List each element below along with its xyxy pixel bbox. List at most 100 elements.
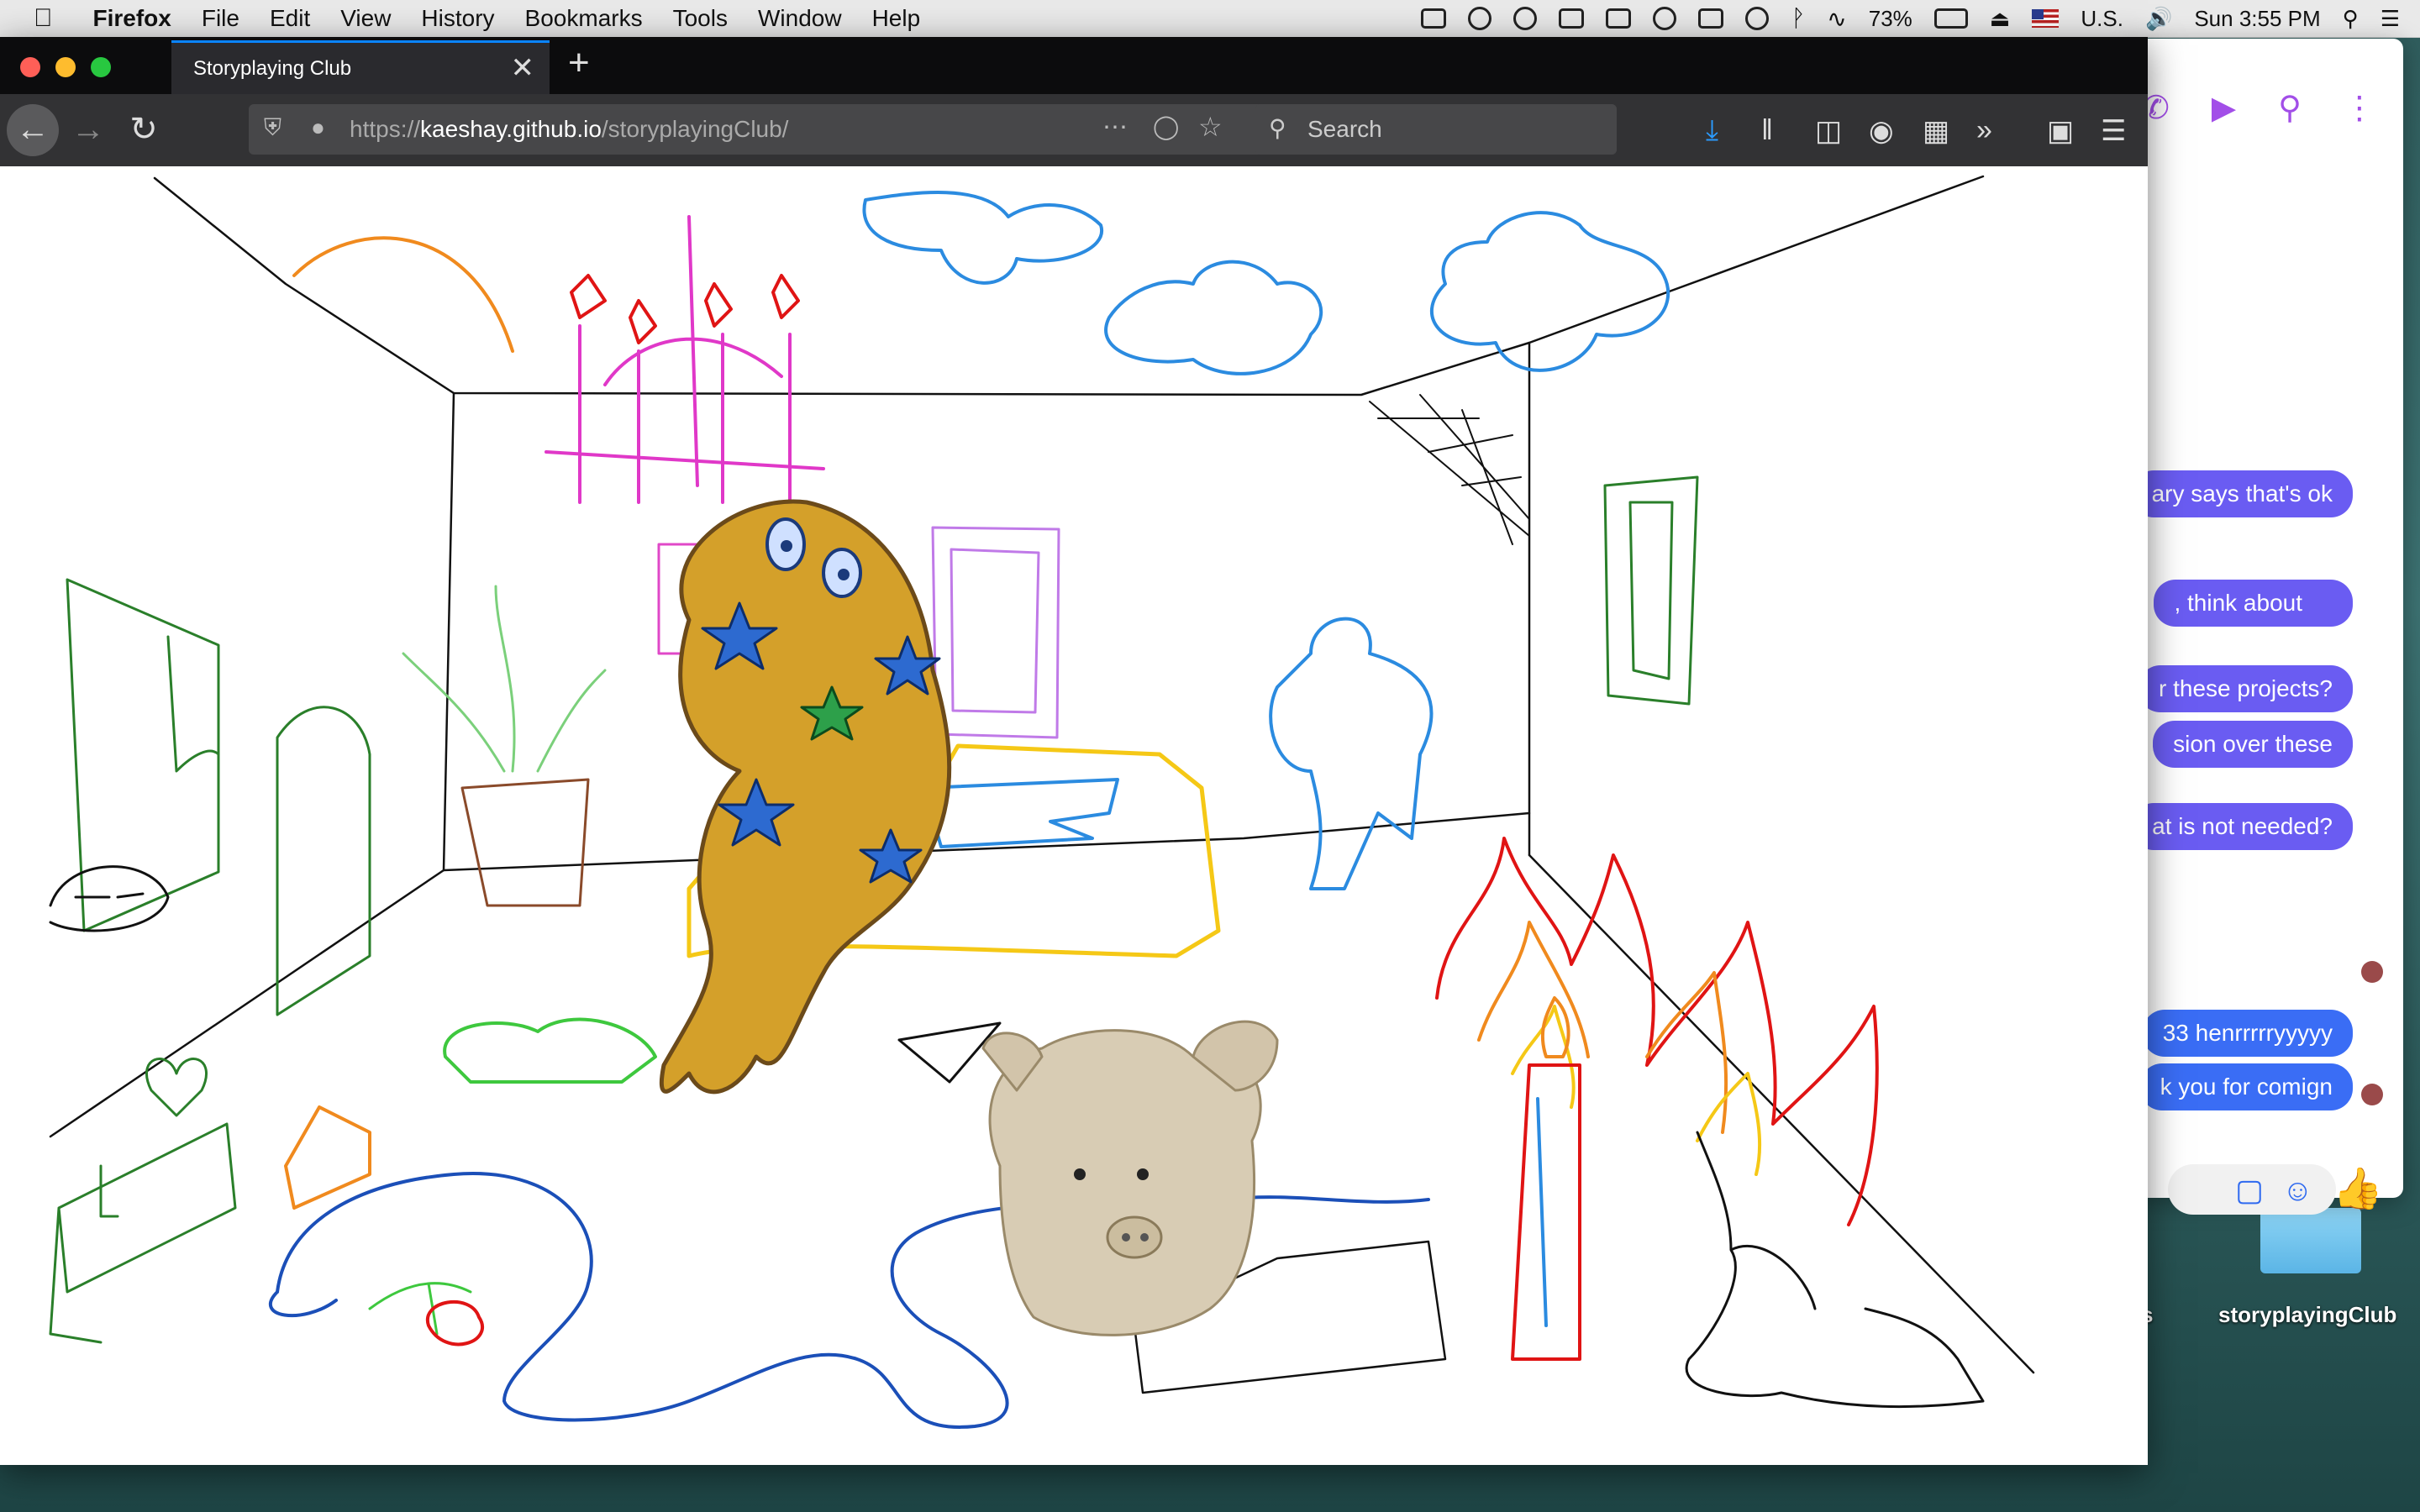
search-icon: ⚲ [1269,115,1286,141]
fire-drawing [1435,837,1879,1226]
window-drawing [66,578,220,932]
page-actions-icon[interactable]: ⋯ [1102,113,1128,142]
more-icon[interactable]: ⋮ [2344,89,2375,127]
clouds-drawing [862,191,1670,375]
message-bubble: k you for comign [2139,1063,2353,1110]
volume-icon[interactable]: 🔊 [2145,6,2172,32]
video-icon[interactable]: ▶ [2212,89,2236,127]
spotlight-icon[interactable]: ⚲ [2343,6,2359,32]
overflow-menu-icon[interactable]: » [1976,114,1992,147]
blue-pillow-drawing [923,778,1119,848]
reload-button[interactable]: ↻ [118,104,170,156]
time-machine-icon[interactable] [1745,7,1770,30]
menu-bookmarks[interactable]: Bookmarks [525,5,643,32]
clock[interactable]: Sun 3:55 PM [2194,6,2320,32]
firefox-window: Storyplaying Club ✕ + ← → ↻ ⛨ ● https://… [0,37,2148,1465]
bookmark-star-icon[interactable]: ☆ [1198,111,1223,143]
notification-center-icon[interactable]: ☰ [2381,6,2400,32]
lock-icon: ● [311,114,325,140]
account-icon[interactable]: ◉ [1869,114,1894,148]
door-drawing [276,706,371,1016]
back-button[interactable]: ← [7,104,59,156]
extension-icon[interactable]: ▦ [1923,114,1949,148]
bluetooth-icon[interactable]: ᚹ [1791,5,1805,32]
message-bubble: 33 henrrrrryyyyy [2142,1010,2353,1057]
menu-edit[interactable]: Edit [270,5,310,32]
forward-button[interactable]: → [62,104,114,156]
battery-icon[interactable] [1933,8,1968,29]
cheese-drawing [284,1105,371,1210]
input-source[interactable]: U.S. [2081,6,2123,32]
avatar [2361,1084,2383,1105]
battery-percent[interactable]: 73% [1869,6,1912,32]
message-bubble: , think about [2154,580,2353,627]
menu-help[interactable]: Help [872,5,921,32]
message-bubble: sion over these [2153,721,2353,768]
menu-file[interactable]: File [202,5,239,32]
library-icon[interactable]: ‖ [1761,114,1773,147]
message-bubble: at is not needed? [2132,803,2353,850]
apple-menu-icon[interactable]:  [34,4,53,33]
emoji-icon[interactable]: ☺ [2282,1173,2313,1208]
close-tab-icon[interactable]: ✕ [511,51,535,85]
green-bush-drawing [443,1017,657,1084]
purple-frame-drawing [931,526,1060,739]
eject-icon[interactable]: ⏏ [1990,6,2011,32]
face-drawing [49,865,170,932]
whats-new-icon[interactable]: ▣ [2047,114,2074,148]
screen-icon[interactable] [1559,8,1585,29]
folder-icon[interactable] [2260,1208,2361,1273]
sticker-icon[interactable]: ▢ [2235,1173,2264,1208]
wifi-icon[interactable]: ∿ [1827,5,1846,33]
candelabra-drawing [544,215,825,504]
messenger-header: ✆ ▶ ⚲ ⋮ [2143,89,2375,127]
page-content[interactable] [0,166,2148,1465]
sync-icon[interactable] [1513,7,1538,30]
menu-view[interactable]: View [340,5,391,32]
airplay-icon[interactable] [1698,8,1724,29]
thumbs-up-icon[interactable]: 👍 [2333,1164,2383,1212]
zoom-icon[interactable] [1421,8,1447,29]
snake-drawing [269,1172,1430,1429]
kite-drawing [897,1021,1002,1084]
message-bubble: r these projects? [2139,665,2353,712]
navigation-toolbar: ← → ↻ ⛨ ● https://kaeshay.github.io/stor… [0,94,2148,166]
running-figure-drawing [1269,617,1434,890]
close-window-icon[interactable] [20,57,40,77]
shield-icon[interactable]: ⛨ [264,114,281,142]
star-creature-image[interactable] [659,499,952,1095]
menu-tools[interactable]: Tools [673,5,728,32]
plant-drawing [402,585,607,907]
pocket-icon[interactable]: ◯ [1153,113,1179,140]
avatar [2361,961,2383,983]
creative-cloud-icon[interactable] [1468,7,1492,30]
menu-window[interactable]: Window [758,5,842,32]
cobweb-drawing [1369,394,1530,545]
us-flag-icon[interactable] [2032,9,2060,28]
app-menu[interactable]: Firefox [93,5,171,32]
sidebar-icon[interactable]: ◫ [1815,114,1842,148]
tab-strip: Storyplaying Club ✕ + [0,37,2148,94]
green-frame-drawing [1603,475,1699,706]
tab-active[interactable]: Storyplaying Club ✕ [171,40,550,94]
hamburger-menu-icon[interactable]: ☰ [2101,114,2126,148]
url-text[interactable]: https://kaeshay.github.io/storyplayingCl… [350,116,788,143]
desktop-folder-label[interactable]: storyplayingClub [2218,1302,2396,1328]
tab-title: Storyplaying Club [193,57,352,80]
window-icon[interactable] [1606,8,1632,29]
new-tab-icon[interactable]: + [568,42,590,84]
downloads-icon[interactable]: ⤓ [1706,114,1718,147]
storyplaying-canvas[interactable] [0,166,2148,1465]
zoom-window-icon[interactable] [91,57,111,77]
search-icon[interactable]: ⚲ [2278,89,2302,127]
do-not-disturb-icon[interactable] [1653,7,1677,30]
orange-arc-drawing [292,236,514,353]
minimize-window-icon[interactable] [55,57,76,77]
macos-menubar:  Firefox File Edit View History Bookmar… [0,0,2420,38]
search-placeholder: Search [1307,116,1382,142]
plush-pig-image[interactable] [981,1020,1279,1336]
rose-drawing [368,1282,472,1336]
search-bar[interactable]: ⚲ Search [1255,104,1617,155]
messenger-window: ✆ ▶ ⚲ ⋮ ary says that's ok , think about… [2131,39,2403,1215]
menu-history[interactable]: History [421,5,494,32]
